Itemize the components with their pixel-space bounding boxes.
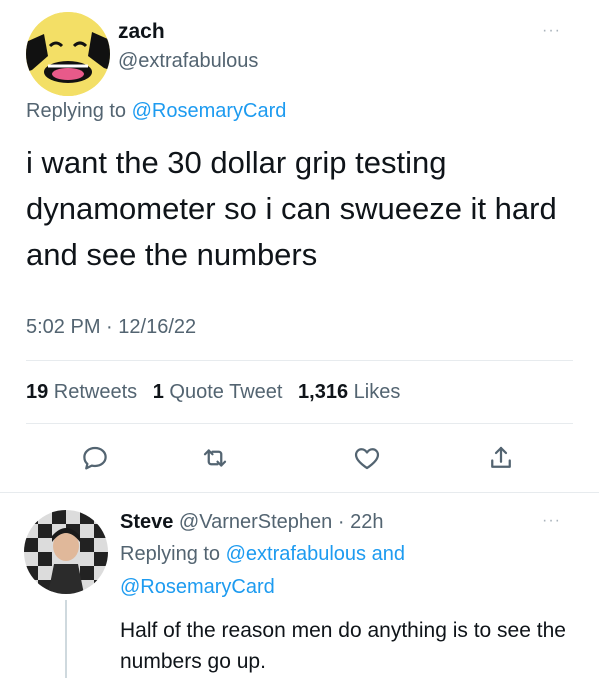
quotes-count: 1 xyxy=(152,381,164,403)
reply-author-avatar[interactable] xyxy=(24,510,108,594)
replying-prefix: Replying to xyxy=(26,100,132,122)
divider xyxy=(26,423,573,424)
author-name[interactable]: zach xyxy=(118,20,165,44)
reply-replying-and: and xyxy=(366,543,405,565)
reply-replying-to: Replying to @extrafabulous and xyxy=(120,543,405,566)
reply-replying-prefix: Replying to xyxy=(120,543,226,565)
reply-author-handle[interactable]: @VarnerStephen xyxy=(173,511,332,533)
divider xyxy=(0,492,599,493)
retweet-icon[interactable] xyxy=(200,443,230,473)
retweets-label: Retweets xyxy=(48,381,138,403)
tweet-stats: 19 Retweets 1 Quote Tweet 1,316 Likes xyxy=(26,381,400,404)
reply-more-options-icon[interactable]: ··· xyxy=(542,512,561,530)
reply-replying-to-link-1[interactable]: @extrafabulous xyxy=(226,543,366,565)
author-avatar[interactable] xyxy=(26,12,110,96)
tweet-date: 12/16/22 xyxy=(118,316,197,338)
reply-header: Steve @VarnerStephen · 22h xyxy=(120,511,383,534)
reply-replying-to-link-2[interactable]: @RosemaryCard xyxy=(120,576,275,598)
retweets-stat[interactable]: 19 Retweets xyxy=(26,381,137,403)
author-handle[interactable]: @extrafabulous xyxy=(118,50,258,73)
divider xyxy=(26,360,573,361)
reply-icon[interactable] xyxy=(80,443,110,473)
replying-to: Replying to @RosemaryCard xyxy=(26,100,286,123)
quotes-stat[interactable]: 1 Quote Tweet xyxy=(153,381,283,403)
meta-separator: · xyxy=(100,316,119,338)
tweet-timestamp[interactable]: 5:02 PM · 12/16/22 xyxy=(26,316,196,339)
quotes-label: Quote Tweet xyxy=(163,381,283,403)
likes-stat[interactable]: 1,316 Likes xyxy=(298,381,400,403)
tweet-time: 5:02 PM xyxy=(26,316,101,338)
likes-count: 1,316 xyxy=(298,381,349,403)
share-icon[interactable] xyxy=(486,443,516,473)
reply-time[interactable]: · 22h xyxy=(332,511,384,533)
more-options-icon[interactable]: ··· xyxy=(542,22,561,40)
reply-replying-to-line-2: @RosemaryCard xyxy=(120,576,275,599)
thread-line xyxy=(65,600,67,678)
like-icon[interactable] xyxy=(352,443,382,473)
reply-text: Half of the reason men do anything is to… xyxy=(120,619,566,673)
reply-author-name[interactable]: Steve xyxy=(120,511,173,533)
retweets-count: 19 xyxy=(26,381,49,403)
likes-label: Likes xyxy=(348,381,401,403)
replying-to-link[interactable]: @RosemaryCard xyxy=(132,100,287,122)
tweet-text: i want the 30 dollar grip testing dynamo… xyxy=(26,145,557,272)
